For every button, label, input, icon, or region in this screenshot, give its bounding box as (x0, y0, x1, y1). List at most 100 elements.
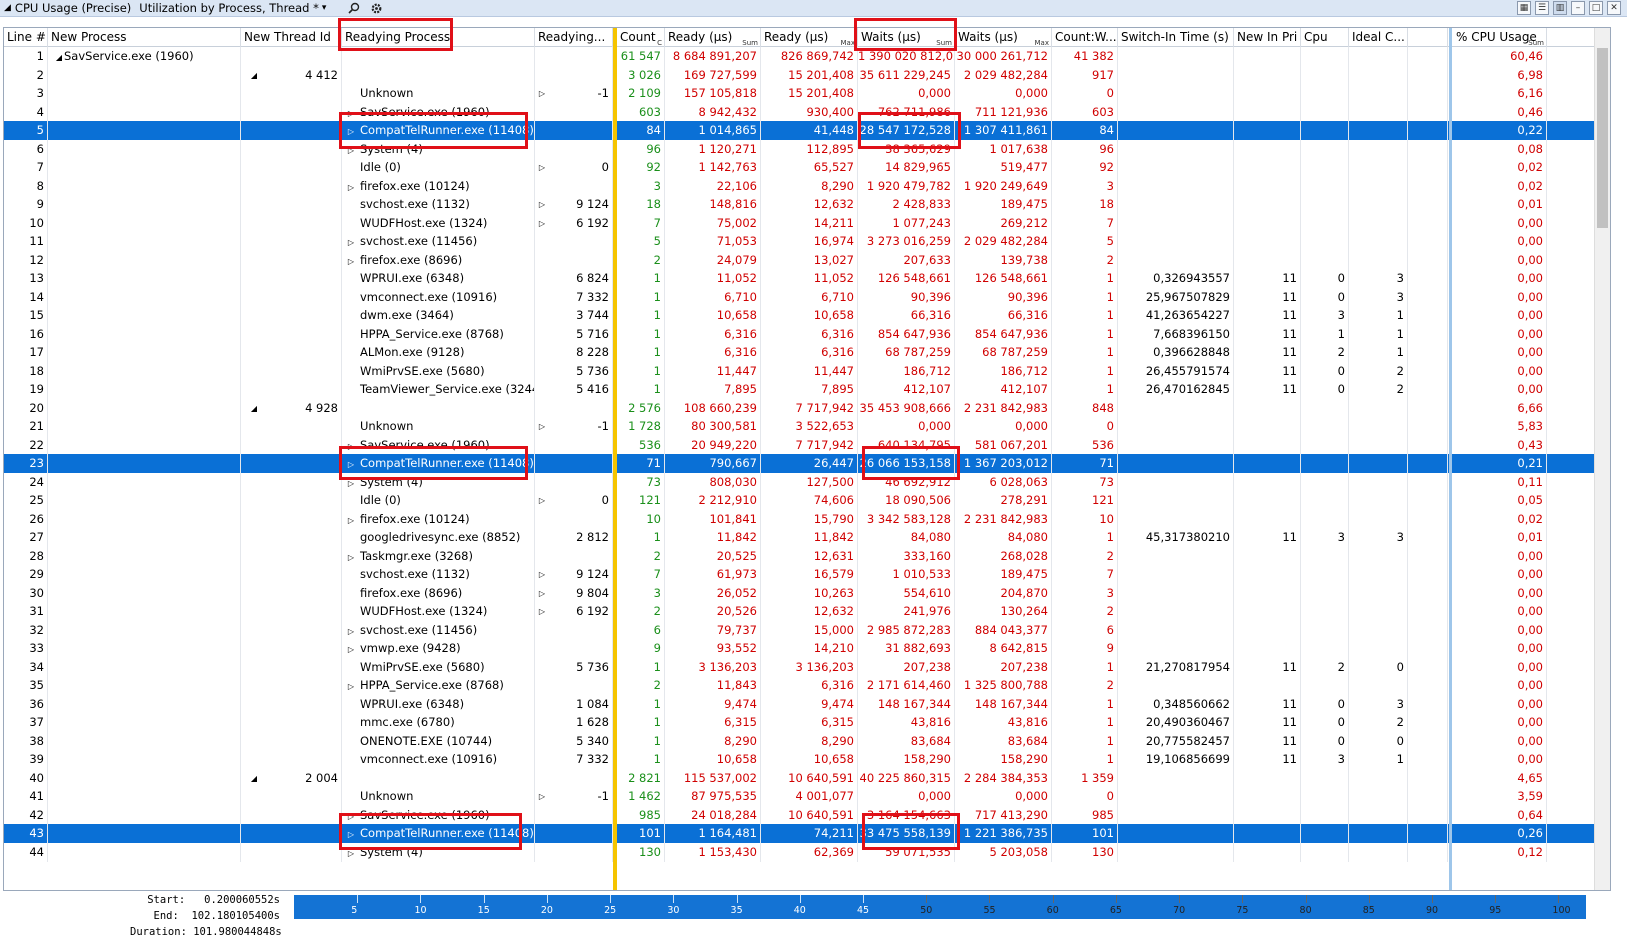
expand-toggle-icon[interactable]: ▷ (537, 602, 547, 621)
expand-toggle-icon[interactable]: ▷ (346, 252, 356, 270)
close-icon[interactable]: ✕ (1607, 1, 1621, 15)
header-ready-max[interactable]: Ready (µs) Max (761, 28, 858, 47)
graphing-divider[interactable] (1449, 28, 1452, 890)
table-row[interactable]: 24 ▷ System (4) 73 808,030 127,500 46 692,912 6… (4, 472, 1610, 492)
table-row[interactable]: 5 ▷ CompatTelRunner.exe (11408) 84 1 014,865… (4, 121, 1610, 141)
expand-toggle-icon[interactable]: ▷ (346, 640, 356, 658)
table-row[interactable]: 22 ▷ SavService.exe (1960) 536 20 949,220 7 7… (4, 435, 1610, 455)
expand-toggle-icon[interactable]: ▷ (537, 491, 547, 510)
graph-and-table-icon[interactable]: ▥ (1553, 1, 1567, 15)
table-row[interactable]: 35 ▷ HPPA_Service.exe (8768) 2 11,843 6,316 2 … (4, 676, 1610, 695)
expand-toggle-icon[interactable]: ▷ (346, 178, 356, 196)
table-row[interactable]: 43 ▷ CompatTelRunner.exe (11408) 101 1 164,4… (4, 824, 1610, 844)
header-readying-thread[interactable]: Readying... (535, 28, 613, 47)
chevron-down-icon[interactable]: ▾ (322, 0, 327, 17)
table-row[interactable]: 11 ▷ svchost.exe (11456) 5 71,053 16,974 3 273… (4, 232, 1610, 251)
expand-toggle-icon[interactable]: ◢ (249, 769, 259, 788)
graph-only-icon[interactable]: ▦ (1517, 1, 1531, 15)
expand-toggle-icon[interactable]: ▷ (537, 214, 547, 233)
header-new-in-pri[interactable]: New In Pri (1234, 28, 1301, 47)
header-waits-sum[interactable]: Waits (µs) Sum (858, 28, 955, 47)
table-row[interactable]: 30 firefox.exe (8696) ▷ 9 804 3 26,052 10,263 5… (4, 583, 1610, 603)
table-row[interactable]: 34 WmiPrvSE.exe (5680) 5 736 1 3 136,203 3 13… (4, 657, 1610, 677)
expand-toggle-icon[interactable]: ▷ (346, 511, 356, 529)
expand-toggle-icon[interactable]: ▷ (346, 807, 356, 825)
expand-toggle-icon[interactable]: ▷ (346, 825, 356, 843)
table-row[interactable]: 9 svchost.exe (1132) ▷ 9 124 18 148,816 12,632… (4, 195, 1610, 214)
expand-toggle-icon[interactable]: ▷ (537, 584, 547, 603)
expand-toggle-icon[interactable]: ▷ (346, 548, 356, 566)
header-cpu[interactable]: Cpu (1301, 28, 1349, 47)
table-row[interactable]: 31 WUDFHost.exe (1324) ▷ 6 192 2 20,526 12,632… (4, 602, 1610, 621)
header-switch-in-time[interactable]: Switch-In Time (s) (1118, 28, 1234, 47)
table-row[interactable]: 21 Unknown ▷ -1 1 728 80 300,581 3 522,653 0,00… (4, 417, 1610, 436)
expand-toggle-icon[interactable]: ▷ (537, 787, 547, 806)
scrollbar-thumb[interactable] (1597, 48, 1608, 228)
table-row[interactable]: 26 ▷ firefox.exe (10124) 10 101,841 15,790 3 3… (4, 509, 1610, 529)
table-row[interactable]: 16 HPPA_Service.exe (8768) 5 716 1 6,316 6,31… (4, 324, 1610, 344)
expand-toggle-icon[interactable]: ▷ (537, 84, 547, 103)
table-row[interactable]: 38 ONENOTE.EXE (10744) 5 340 1 8,290 8,290 83,… (4, 731, 1610, 751)
header-new-process[interactable]: New Process (48, 28, 241, 47)
expand-toggle-icon[interactable]: ▷ (346, 455, 356, 473)
table-row[interactable]: 40 ◢ 2 004 2 821 115 537,002 10 640,591 40 225… (4, 768, 1610, 788)
table-row[interactable]: 10 WUDFHost.exe (1324) ▷ 6 192 7 75,002 14,211… (4, 213, 1610, 233)
table-row[interactable]: 15 dwm.exe (3464) 3 744 1 10,658 10,658 66,316… (4, 306, 1610, 325)
table-row[interactable]: 36 WPRUI.exe (6348) 1 084 1 9,474 9,474 148 16… (4, 694, 1610, 714)
expand-toggle-icon[interactable]: ▷ (537, 565, 547, 584)
header-ready-sum[interactable]: Ready (µs) Sum (665, 28, 761, 47)
table-row[interactable]: 18 WmiPrvSE.exe (5680) 5 736 1 11,447 11,447 1… (4, 361, 1610, 381)
search-icon[interactable] (348, 2, 360, 14)
table-row[interactable]: 44 ▷ System (4) 130 1 153,430 62,369 59 071,53… (4, 842, 1610, 862)
expand-toggle-icon[interactable]: ◢ (54, 48, 64, 66)
table-row[interactable]: 14 vmconnect.exe (10916) 7 332 1 6,710 6,710 9… (4, 287, 1610, 307)
table-row[interactable]: 17 ALMon.exe (9128) 8 228 1 6,316 6,316 68 787… (4, 343, 1610, 362)
header-line-number[interactable]: Line # (4, 28, 48, 47)
expand-toggle-icon[interactable]: ▷ (346, 122, 356, 140)
table-row[interactable]: 25 Idle (0) ▷ 0 121 2 212,910 74,606 18 090,506… (4, 491, 1610, 510)
table-only-icon[interactable]: ☰ (1535, 1, 1549, 15)
header-count-waits[interactable]: Count:W... (1052, 28, 1118, 47)
expand-toggle-icon[interactable]: ▷ (346, 622, 356, 640)
expand-toggle-icon[interactable]: ◢ (249, 399, 259, 418)
expand-toggle-icon[interactable]: ▷ (346, 474, 356, 492)
table-row[interactable]: 33 ▷ vmwp.exe (9428) 9 93,552 14,210 31 882,69… (4, 639, 1610, 658)
expand-toggle-icon[interactable]: ▷ (346, 437, 356, 455)
table-row[interactable]: 2 ◢ 4 412 3 026 169 727,599 15 201,408 35 611 … (4, 65, 1610, 85)
header-pct-cpu-usage[interactable]: % CPU Usage Sum (1453, 28, 1547, 47)
expand-toggle-icon[interactable]: ▷ (346, 677, 356, 695)
table-row[interactable]: 37 mmc.exe (6780) 1 628 1 6,315 6,315 43,816 43… (4, 713, 1610, 732)
preset-dropdown[interactable]: Utilization by Process, Thread * (139, 0, 319, 17)
header-new-thread-id[interactable]: New Thread Id (241, 28, 342, 47)
expand-toggle-icon[interactable]: ▷ (537, 195, 547, 214)
table-row[interactable]: 28 ▷ Taskmgr.exe (3268) 2 20,525 12,631 333,16… (4, 546, 1610, 566)
header-readying-process[interactable]: Readying Process (342, 28, 535, 47)
maximize-icon[interactable]: □ (1589, 1, 1603, 15)
expand-toggle-icon[interactable]: ▷ (346, 141, 356, 159)
table-row[interactable]: 3 Unknown ▷ -1 2 109 157 105,818 15 201,408 0,0… (4, 84, 1610, 103)
expand-toggle-icon[interactable]: ▷ (537, 158, 547, 177)
gear-icon[interactable] (370, 2, 383, 15)
table-row[interactable]: 20 ◢ 4 928 2 576 108 660,239 7 717,942 35 453 … (4, 398, 1610, 418)
table-row[interactable]: 4 ▷ SavService.exe (1960) 603 8 942,432 930,4… (4, 102, 1610, 122)
table-row[interactable]: 19 TeamViewer_Service.exe (3244) 5 416 1 7,8… (4, 380, 1610, 399)
expand-toggle-icon[interactable]: ▷ (346, 233, 356, 251)
table-row[interactable]: 29 svchost.exe (1132) ▷ 9 124 7 61,973 16,579 1… (4, 565, 1610, 584)
expand-toggle-icon[interactable]: ▷ (537, 417, 547, 436)
table-row[interactable]: 27 googledrivesync.exe (8852) 2 812 1 11,842… (4, 528, 1610, 547)
expand-toggle-icon[interactable]: ▷ (346, 844, 356, 862)
expand-toggle-icon[interactable]: ▷ (346, 104, 356, 122)
table-row[interactable]: 1 ◢ SavService.exe (1960) 61 547 8 684 891,2… (4, 47, 1610, 66)
expand-toggle-icon[interactable]: ◢ (249, 66, 259, 85)
header-count[interactable]: Count C (617, 28, 665, 47)
table-row[interactable]: 6 ▷ System (4) 96 1 120,271 112,895 38 365,629… (4, 139, 1610, 159)
minimize-icon[interactable]: – (1571, 1, 1585, 15)
header-waits-max[interactable]: Waits (µs) Max (955, 28, 1052, 47)
table-row[interactable]: 7 Idle (0) ▷ 0 92 1 142,763 65,527 14 829,965 51… (4, 158, 1610, 177)
table-row[interactable]: 23 ▷ CompatTelRunner.exe (11408) 71 790,667 2… (4, 454, 1610, 474)
vertical-scrollbar[interactable] (1594, 28, 1610, 890)
table-row[interactable]: 39 vmconnect.exe (10916) 7 332 1 10,658 10,65… (4, 750, 1610, 769)
table-row[interactable]: 42 ▷ SavService.exe (1960) 985 24 018,284 10 … (4, 805, 1610, 825)
table-row[interactable]: 8 ▷ firefox.exe (10124) 3 22,106 8,290 1 920 4… (4, 176, 1610, 196)
table-row[interactable]: 13 WPRUI.exe (6348) 6 824 1 11,052 11,052 126 … (4, 269, 1610, 288)
